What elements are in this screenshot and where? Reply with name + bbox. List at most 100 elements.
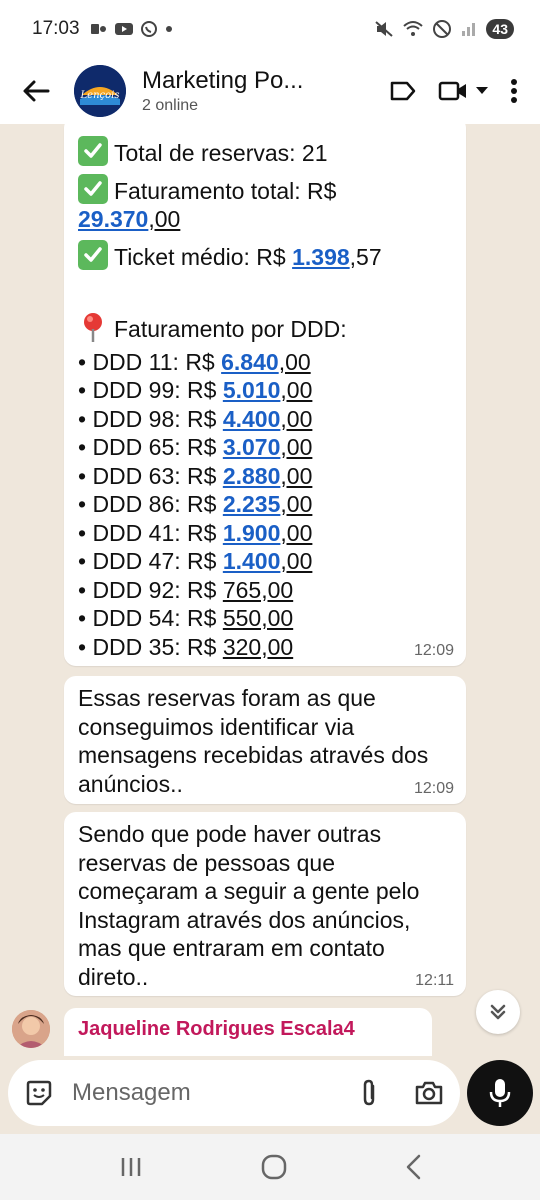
stat-faturamento-prefix: Faturamento total: R$ (114, 177, 337, 204)
wifi-icon (403, 21, 424, 36)
faturamento-suffix: ,00 (148, 206, 181, 232)
back-button[interactable] (18, 73, 54, 109)
ddd-row: • DDD 65: R$ 3.070,00 (78, 433, 452, 462)
ddd-row: • DDD 98: R$ 4.400,00 (78, 405, 452, 434)
ddd-row-label: • DDD 35: R$ (78, 633, 223, 660)
ddd-row-link[interactable]: 2.235 (223, 491, 281, 517)
check-icon (78, 173, 108, 204)
message-bubble-2[interactable]: Essas reservas foram as que conseguimos i… (64, 676, 466, 804)
message-input-pill[interactable] (8, 1060, 460, 1126)
system-nav-bar (0, 1134, 540, 1200)
ddd-row-link[interactable]: 1.900 (223, 520, 281, 546)
sticker-icon[interactable] (24, 1078, 54, 1108)
ddd-row-label: • DDD 47: R$ (78, 548, 223, 574)
status-right-icons: 43 (374, 19, 514, 39)
ddd-row-label: • DDD 99: R$ (78, 377, 223, 403)
input-actions (358, 1078, 444, 1108)
avatar-photo (12, 1010, 50, 1048)
chat-area[interactable]: Total de reservas: 21 Faturamento total:… (0, 124, 540, 1056)
camera-icon[interactable] (414, 1080, 444, 1106)
pin-icon (84, 313, 102, 342)
message-text: Essas reservas foram as que conseguimos i… (78, 684, 452, 798)
ddd-row: • DDD 63: R$ 2.880,00 (78, 462, 452, 491)
input-bar (0, 1056, 540, 1134)
ddd-row-label: • DDD 11: R$ (78, 348, 222, 375)
recents-icon[interactable] (118, 1156, 144, 1178)
ddd-row-label: • DDD 63: R$ (78, 462, 223, 489)
ddd-row-suffix: ,00 (280, 377, 313, 403)
signal-icon (462, 23, 476, 36)
logo-icon: Lençois (74, 65, 126, 117)
chat-header: Lençois Marketing Po... 2 online (0, 58, 540, 124)
message-text: Sendo que pode haver outras reservas de p… (78, 820, 452, 991)
stat-total: Total de reservas: 21 (114, 140, 328, 166)
chat-subtitle: 2 online (142, 97, 199, 114)
stat-ticket-line: Ticket médio: R$ 1.398,57 (78, 239, 452, 272)
faturamento-link[interactable]: 29.370 (78, 206, 148, 232)
message-input[interactable] (72, 1079, 322, 1107)
next-message-bubble[interactable]: Jaqueline Rodrigues Escala4 (64, 1008, 432, 1056)
mic-icon (489, 1079, 511, 1107)
ddd-row-label: • DDD 86: R$ (78, 491, 223, 517)
ddd-row-suffix: ,00 (280, 548, 313, 574)
ddd-row-link[interactable]: 3.070 (223, 434, 281, 460)
dot-icon (165, 26, 172, 32)
ddd-row-label: • DDD 92: R$ (78, 576, 223, 603)
chat-title: Marketing Po... (142, 67, 304, 94)
battery-badge: 43 (486, 19, 514, 39)
mic-button[interactable] (467, 1060, 533, 1126)
message-line: começaram a seguir a gente pelo (78, 878, 420, 904)
ddd-row-suffix: ,00 (280, 462, 313, 489)
header-actions (390, 78, 518, 104)
message-bubble-3[interactable]: Sendo que pode haver outras reservas de p… (64, 812, 466, 996)
dnd-icon (433, 20, 452, 38)
ddd-row-link[interactable]: 1.400 (223, 548, 281, 574)
label-icon[interactable] (390, 80, 416, 102)
mute-icon (375, 21, 394, 37)
chat-title-block[interactable]: Marketing Po... 2 online (142, 67, 390, 115)
message-line: reservas de pessoas que (78, 849, 335, 876)
ddd-header-line: Faturamento por DDD: (78, 311, 452, 344)
ddd-header: Faturamento por DDD: (114, 316, 347, 342)
scroll-down-icon (490, 1004, 506, 1020)
ddd-row-link[interactable]: 6.840 (221, 349, 279, 375)
ddd-row-suffix: ,00 (280, 405, 313, 432)
ddd-row-label: • DDD 54: R$ (78, 605, 223, 631)
message-time: 12:09 (413, 780, 454, 797)
message-line: anúncios.. (78, 770, 183, 797)
stat-total-line: Total de reservas: 21 (78, 136, 452, 168)
ddd-row-suffix: ,00 (278, 348, 311, 375)
group-avatar[interactable]: Lençois (74, 65, 126, 117)
message-line: mas que entraram em contato (78, 935, 385, 961)
ticket-link[interactable]: 1.398 (292, 244, 350, 270)
message-line: direto.. (78, 963, 149, 990)
ddd-row-link[interactable]: 2.880 (223, 463, 281, 489)
back-nav-icon[interactable] (404, 1154, 422, 1180)
message-time: 12:09 (413, 642, 454, 659)
ddd-row-suffix: ,00 (280, 491, 313, 517)
ddd-row: • DDD 86: R$ 2.235,00 (78, 490, 452, 519)
sender-avatar[interactable] (12, 1010, 50, 1048)
youtube-icon (114, 23, 133, 35)
ticket-suffix: ,57 (349, 243, 382, 270)
message-bubble-stats[interactable]: Total de reservas: 21 Faturamento total:… (64, 124, 466, 666)
message-time: 12:11 (415, 972, 454, 989)
dropdown-icon (476, 87, 488, 94)
sender-name[interactable]: Jaqueline Rodrigues Escala4 (78, 1018, 418, 1041)
ddd-row-link[interactable]: 5.010 (223, 377, 281, 403)
scroll-down-button[interactable] (476, 990, 520, 1034)
video-call-icon (438, 81, 466, 101)
svg-text:Lençois: Lençois (80, 90, 120, 101)
ddd-row-suffix: ,00 (280, 519, 313, 546)
ddd-row: • DDD 11: R$ 6.840,00 (78, 348, 452, 377)
more-vert-icon[interactable] (510, 78, 518, 104)
ddd-row: • DDD 41: R$ 1.900,00 (78, 519, 452, 548)
ddd-row-link[interactable]: 4.400 (223, 406, 281, 432)
status-notification-icons (90, 20, 174, 38)
video-call-button[interactable] (438, 80, 488, 102)
stat-faturamento-value-line: 29.370,00 (78, 205, 452, 234)
home-icon[interactable] (261, 1154, 287, 1180)
ddd-row-value: 320,00 (222, 633, 294, 660)
sim-icon (90, 24, 106, 34)
attach-icon[interactable] (358, 1078, 380, 1108)
